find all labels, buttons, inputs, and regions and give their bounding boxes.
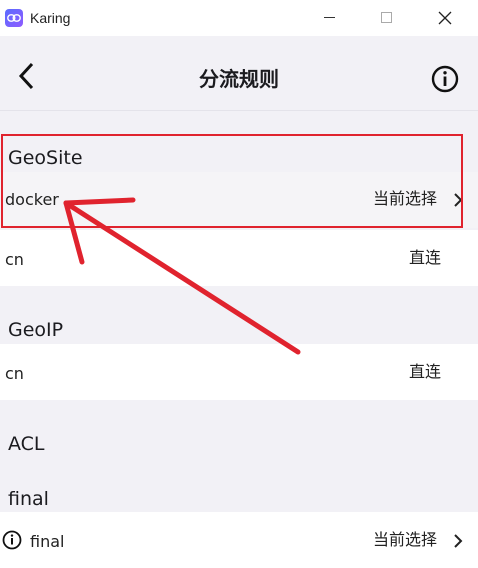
chevron-right-icon — [454, 193, 463, 207]
section-title-geosite: GeoSite — [8, 147, 83, 169]
info-icon — [431, 65, 459, 93]
info-icon — [2, 530, 22, 550]
row-value: 当前选择 — [373, 530, 438, 549]
window-titlebar: Karing — [0, 0, 478, 36]
chevron-right-icon — [454, 534, 463, 548]
list-item-cn-geosite[interactable]: cn 直连 — [0, 230, 478, 286]
row-label: cn — [5, 364, 24, 383]
list-item-cn-geoip[interactable]: cn 直连 — [0, 344, 478, 400]
maximize-button[interactable] — [364, 0, 410, 36]
window-title: Karing — [30, 10, 71, 26]
list-item-docker[interactable]: docker 当前选择 — [0, 172, 478, 228]
app-bar: 分流规则 — [0, 36, 478, 110]
close-button[interactable] — [422, 0, 468, 36]
row-value: 直连 — [409, 362, 442, 381]
minimize-button[interactable] — [307, 0, 353, 36]
app-logo-icon — [5, 9, 23, 27]
row-label: final — [30, 532, 65, 551]
list-item-final[interactable]: final 当前选择 — [0, 512, 478, 568]
info-button[interactable] — [430, 64, 460, 94]
header-divider — [0, 110, 478, 111]
row-label: docker — [5, 190, 59, 209]
row-value: 直连 — [409, 248, 442, 267]
close-icon — [438, 11, 452, 25]
section-title-final: final — [8, 488, 49, 510]
section-title-geoip: GeoIP — [8, 319, 64, 341]
page-title: 分流规则 — [199, 67, 279, 91]
section-title-acl: ACL — [8, 433, 45, 455]
row-value: 当前选择 — [373, 189, 438, 208]
row-label: cn — [5, 250, 24, 269]
